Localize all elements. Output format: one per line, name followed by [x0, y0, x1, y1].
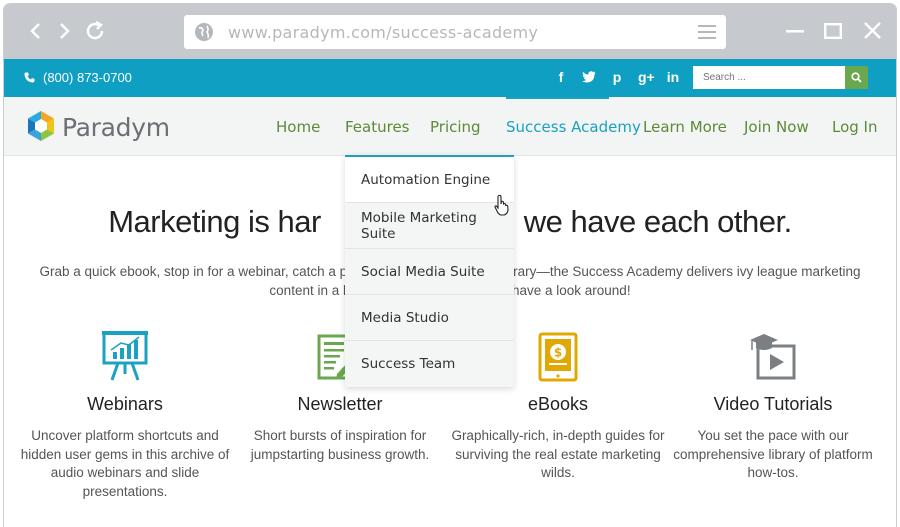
google-plus-icon[interactable]: g+: [638, 69, 655, 86]
nav-success-academy[interactable]: Success Academy: [506, 118, 641, 136]
back-button[interactable]: [24, 18, 46, 44]
globe-icon: [195, 23, 213, 41]
paradym-logo-icon: [28, 111, 54, 141]
browser-chrome: www.paradym.com/success-academy: [4, 4, 896, 59]
svg-text:$: $: [554, 346, 562, 360]
minimize-icon[interactable]: [786, 30, 804, 33]
dropdown-item-success-team[interactable]: Success Team: [345, 341, 514, 387]
feature-description: Uncover platform shortcuts and hidden us…: [20, 428, 230, 499]
url-text[interactable]: www.paradym.com/success-academy: [228, 23, 538, 42]
dropdown-item-mobile-marketing-suite[interactable]: Mobile Marketing Suite: [345, 203, 514, 249]
address-bar[interactable]: www.paradym.com/success-academy: [184, 15, 726, 49]
active-nav-indicator: [506, 97, 609, 99]
feature-description: Graphically-rich, in-depth guides for su…: [451, 428, 665, 480]
feature-description: Short bursts of inspiration for jumpstar…: [250, 428, 430, 462]
feature-webinars: Webinars Uncover platform shortcuts and …: [15, 326, 235, 501]
dropdown-item-social-media-suite[interactable]: Social Media Suite: [345, 249, 514, 295]
social-links: f p g+ in: [554, 69, 680, 86]
nav-home[interactable]: Home: [276, 118, 320, 136]
reload-button[interactable]: [84, 18, 106, 44]
feature-video-tutorials: Video Tutorials You set the pace with ou…: [663, 326, 883, 483]
hero-desc-line2-left: content in a l: [269, 283, 346, 298]
maximize-icon[interactable]: [824, 23, 842, 39]
chevron-left-icon: [30, 23, 40, 39]
search-input[interactable]: [693, 66, 845, 89]
feature-title[interactable]: eBooks: [448, 394, 668, 415]
forward-button[interactable]: [54, 18, 76, 44]
presentation-board-icon: [15, 326, 235, 382]
hero-desc-line2-right: have a look around!: [511, 283, 631, 298]
feature-title[interactable]: Webinars: [15, 394, 235, 415]
nav-learn-more[interactable]: Learn More: [643, 118, 727, 136]
search-button[interactable]: [845, 66, 868, 89]
search-icon: [851, 72, 862, 83]
hamburger-icon: [698, 25, 716, 39]
main-navigation: Paradym Home Features Pricing Success Ac…: [4, 97, 896, 156]
dropdown-item-automation-engine[interactable]: Automation Engine: [345, 157, 514, 203]
feature-description: You set the pace with our comprehensive …: [673, 428, 873, 480]
phone-contact[interactable]: (800) 873-0700: [24, 70, 132, 85]
feature-title[interactable]: Video Tutorials: [663, 394, 883, 415]
close-icon[interactable]: [864, 22, 881, 39]
hero-title-left: Marketing is har: [108, 204, 321, 239]
feature-title[interactable]: Newsletter: [230, 394, 450, 415]
top-bar: (800) 873-0700 f p g+ in: [4, 59, 896, 97]
hero-title-right: we have each other.: [523, 204, 792, 239]
twitter-icon[interactable]: [582, 69, 596, 86]
phone-number[interactable]: (800) 873-0700: [43, 70, 132, 85]
nav-log-in[interactable]: Log In: [832, 118, 878, 136]
reload-icon: [86, 20, 104, 40]
browser-window: www.paradym.com/success-academy (800) 87…: [4, 4, 896, 527]
hand-cursor-icon: [494, 194, 509, 216]
nav-join-now[interactable]: Join Now: [744, 118, 809, 136]
features-dropdown-menu: Automation Engine Mobile Marketing Suite…: [345, 155, 514, 387]
hero-desc-line1-right: rary—the Success Academy delivers ivy le…: [513, 264, 861, 279]
brand-name: Paradym: [62, 112, 170, 142]
video-tutorial-icon: [663, 326, 883, 382]
logo[interactable]: Paradym: [26, 110, 170, 144]
facebook-icon[interactable]: f: [554, 69, 568, 86]
nav-pricing[interactable]: Pricing: [430, 118, 481, 136]
pinterest-icon[interactable]: p: [610, 69, 624, 86]
nav-features[interactable]: Features: [345, 118, 410, 136]
linkedin-icon[interactable]: in: [666, 69, 680, 86]
chevron-right-icon: [60, 23, 70, 39]
hero-desc-line1-left: Grab a quick ebook, stop in for a webina…: [39, 264, 348, 279]
phone-icon: [24, 72, 35, 83]
dropdown-item-media-studio[interactable]: Media Studio: [345, 295, 514, 341]
